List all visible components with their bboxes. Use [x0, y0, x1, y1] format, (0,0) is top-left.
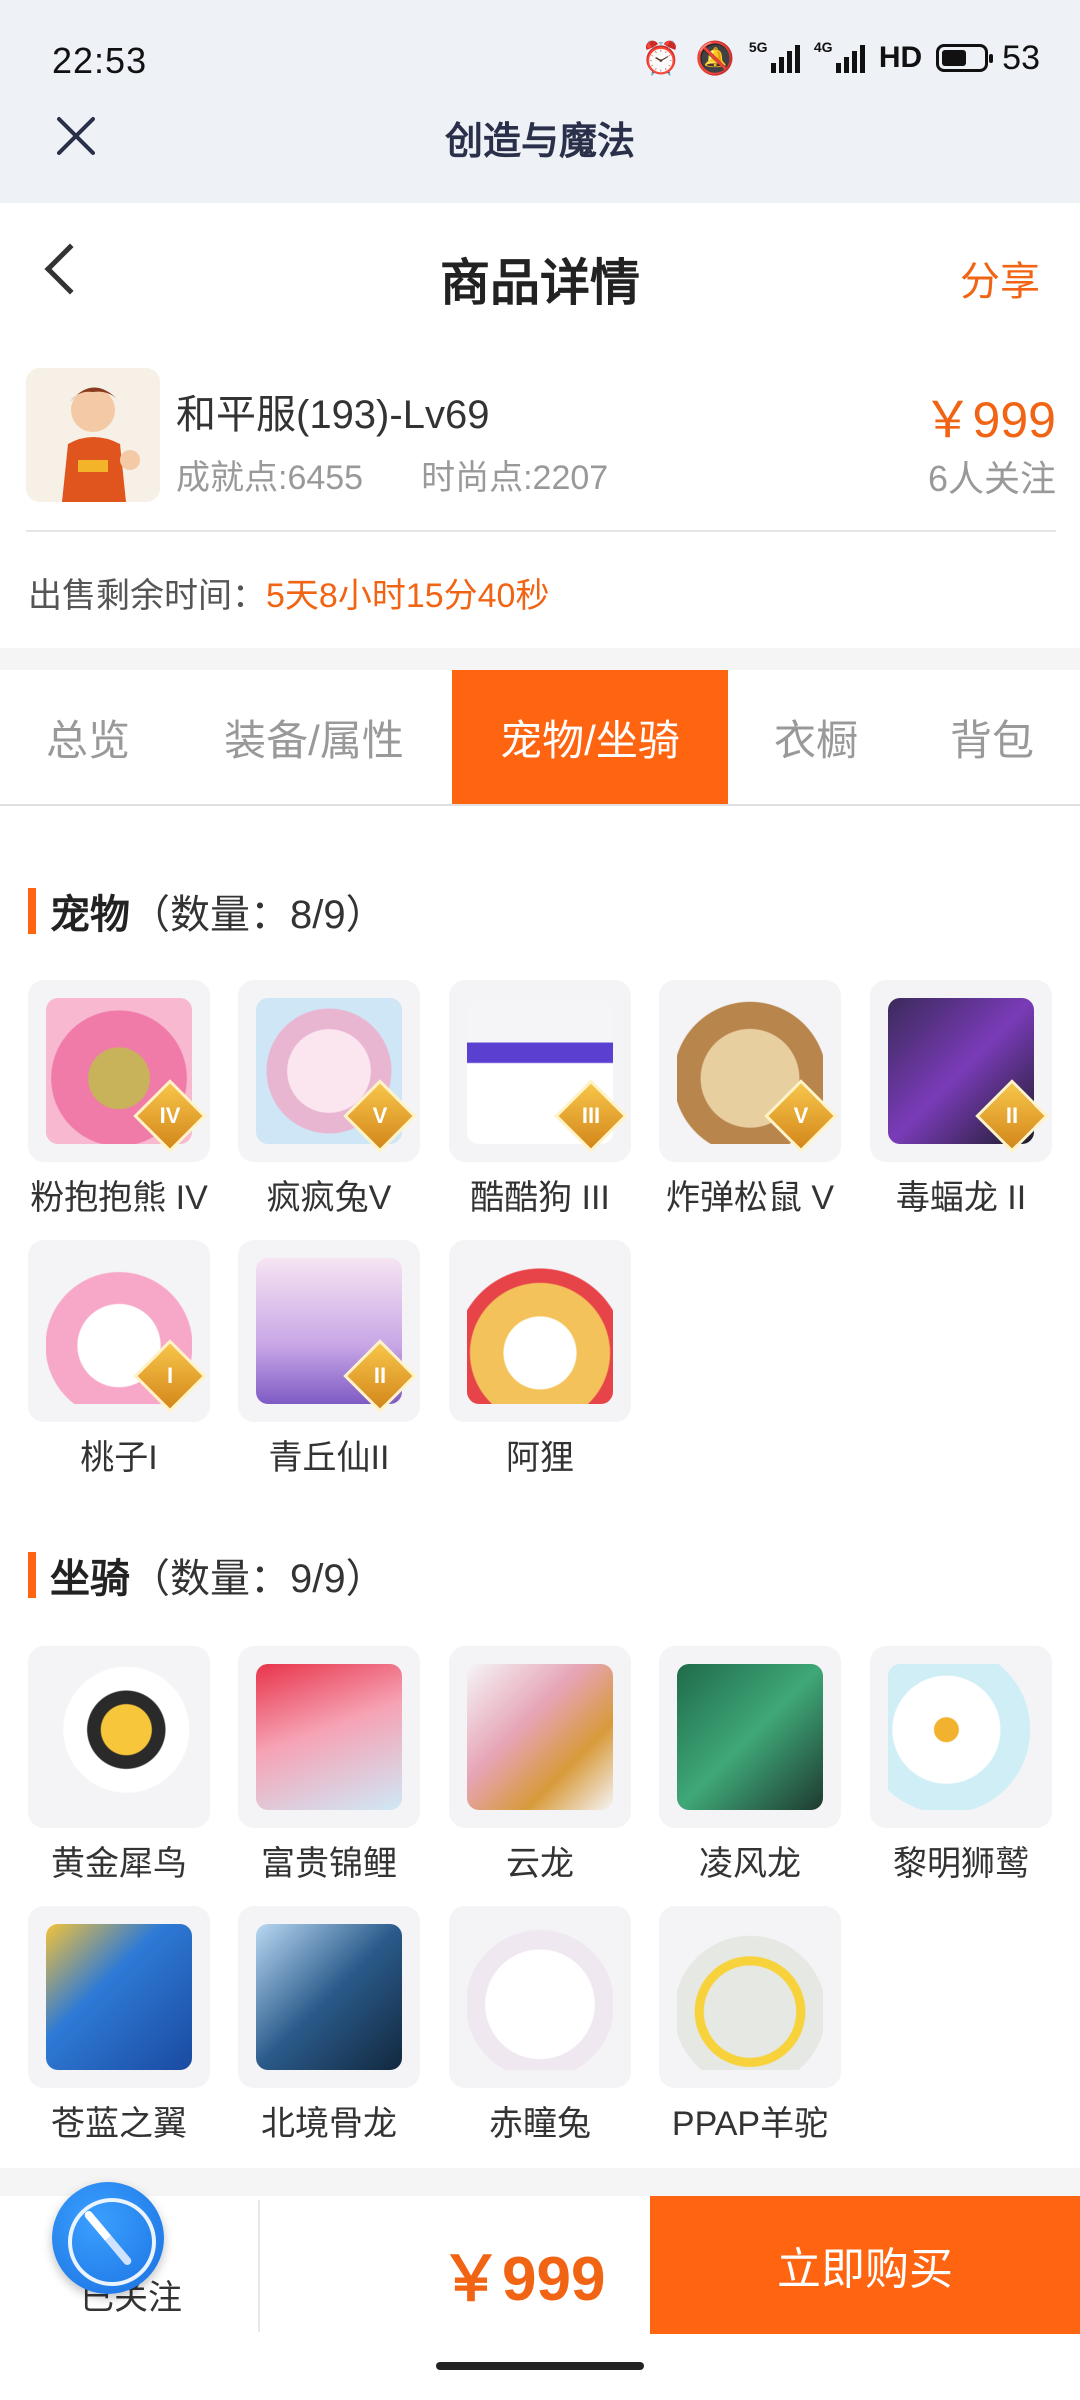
product-price: ￥999: [922, 392, 1056, 448]
pet-image: [467, 1258, 613, 1404]
mount-name: 北境骨龙: [261, 2105, 397, 2143]
pet-item[interactable]: II 毒蝠龙 II: [870, 980, 1052, 1219]
top-area: 22:53 ⏰ 🔕 5G 4G HD 53 创造与魔法: [0, 0, 1080, 203]
character-avatar: [26, 368, 160, 502]
pet-item[interactable]: 阿狸: [449, 1240, 631, 1479]
tab-overview[interactable]: 总览: [0, 670, 176, 804]
remaining-value: 5天8小时15分40秒: [266, 577, 550, 615]
pet-item[interactable]: V 炸弹松鼠 V: [659, 980, 841, 1219]
mute-icon: 🔕: [694, 40, 735, 76]
mount-name: 云龙: [506, 1845, 574, 1883]
pet-item[interactable]: III 酷酷狗 III: [449, 980, 631, 1219]
mount-item[interactable]: 赤瞳兔: [449, 1906, 631, 2145]
status-time: 22:53: [52, 40, 148, 81]
compass-icon[interactable]: [52, 2182, 164, 2294]
signal-4g-icon: 4G: [814, 39, 865, 73]
mount-item[interactable]: 黄金犀鸟: [28, 1646, 210, 1885]
pets-section-title: 宠物 （数量：8/9）: [28, 882, 386, 940]
home-indicator[interactable]: [436, 2362, 644, 2370]
bottom-price: ￥999: [440, 2245, 606, 2314]
status-icons: ⏰ 🔕 5G 4G HD 53: [641, 38, 1040, 78]
mount-name: 富贵锦鲤: [261, 1845, 397, 1883]
tab-equipment[interactable]: 装备/属性: [176, 670, 452, 804]
mount-image: [256, 1924, 402, 2070]
battery-level: 53: [1002, 38, 1040, 77]
pet-name: 疯疯兔V: [266, 1179, 392, 1217]
pet-name: 青丘仙II: [268, 1439, 390, 1477]
mount-item[interactable]: 苍蓝之翼: [28, 1906, 210, 2145]
battery-icon: [936, 44, 994, 72]
pet-name: 桃子I: [80, 1439, 158, 1477]
mount-image: [677, 1924, 823, 2070]
remaining-time: 出售剩余时间：5天8小时15分40秒: [28, 568, 549, 617]
achievement-points: 成就点:6455: [176, 459, 364, 497]
mount-name: 苍蓝之翼: [51, 2105, 187, 2143]
bottom-gap: [0, 2168, 1080, 2196]
mount-image: [46, 1924, 192, 2070]
pet-item[interactable]: II 青丘仙II: [238, 1240, 420, 1479]
page-title: 商品详情: [440, 255, 640, 311]
fashion-points: 时尚点:2207: [421, 459, 609, 497]
tab-wardrobe[interactable]: 衣橱: [728, 670, 904, 804]
pet-item[interactable]: V 疯疯兔V: [238, 980, 420, 1219]
mount-image: [256, 1664, 402, 1810]
mount-image: [467, 1924, 613, 2070]
mounts-section-title: 坐骑 （数量：9/9）: [28, 1546, 386, 1604]
pet-name: 粉抱抱熊 IV: [30, 1179, 208, 1217]
signal-5g-icon: 5G: [749, 39, 800, 73]
product-stats: 成就点:6455 时尚点:2207: [176, 450, 608, 499]
alarm-icon: ⏰: [641, 40, 681, 76]
pet-name: 毒蝠龙 II: [895, 1179, 1027, 1217]
mount-name: 赤瞳兔: [489, 2105, 591, 2143]
tab-pets-mounts[interactable]: 宠物/坐骑: [452, 670, 728, 804]
section-gap: [0, 648, 1080, 670]
mount-name: 黎明狮鹫: [893, 1845, 1029, 1883]
hd-icon: HD: [878, 41, 923, 74]
follower-count: 6人关注: [927, 458, 1056, 499]
pet-name: 阿狸: [506, 1439, 574, 1477]
divider: [26, 530, 1056, 532]
pet-name: 酷酷狗 III: [470, 1179, 610, 1217]
pet-item[interactable]: I 桃子I: [28, 1240, 210, 1479]
mount-item[interactable]: 凌风龙: [659, 1646, 841, 1885]
webview-bar: 创造与魔法: [0, 100, 1080, 203]
pet-item[interactable]: IV 粉抱抱熊 IV: [28, 980, 210, 1219]
mount-item[interactable]: 云龙: [449, 1646, 631, 1885]
pet-name: 炸弹松鼠 V: [665, 1179, 835, 1217]
section-marker: [28, 1552, 36, 1598]
mount-name: 凌风龙: [699, 1845, 801, 1883]
buy-now-button[interactable]: 立即购买: [650, 2196, 1080, 2334]
tab-bar: 总览 装备/属性 宠物/坐骑 衣橱 背包: [0, 670, 1080, 806]
webview-title: 创造与魔法: [444, 121, 635, 163]
page-header: 商品详情 分享: [0, 203, 1080, 343]
mount-image: [888, 1664, 1034, 1810]
product-name: 和平服(193)-Lv69: [176, 393, 490, 437]
mount-item[interactable]: 黎明狮鹫: [870, 1646, 1052, 1885]
mount-image: [467, 1664, 613, 1810]
tab-backpack[interactable]: 背包: [904, 670, 1080, 804]
share-button[interactable]: 分享: [960, 249, 1040, 307]
mount-name: PPAP羊驼: [671, 2105, 829, 2143]
mount-item[interactable]: PPAP羊驼: [659, 1906, 841, 2145]
divider: [258, 2200, 260, 2332]
mount-name: 黄金犀鸟: [51, 1845, 187, 1883]
mount-item[interactable]: 北境骨龙: [238, 1906, 420, 2145]
remaining-label: 出售剩余时间：: [28, 577, 266, 615]
mount-image: [46, 1664, 192, 1810]
mount-item[interactable]: 富贵锦鲤: [238, 1646, 420, 1885]
mount-image: [677, 1664, 823, 1810]
section-marker: [28, 888, 36, 934]
